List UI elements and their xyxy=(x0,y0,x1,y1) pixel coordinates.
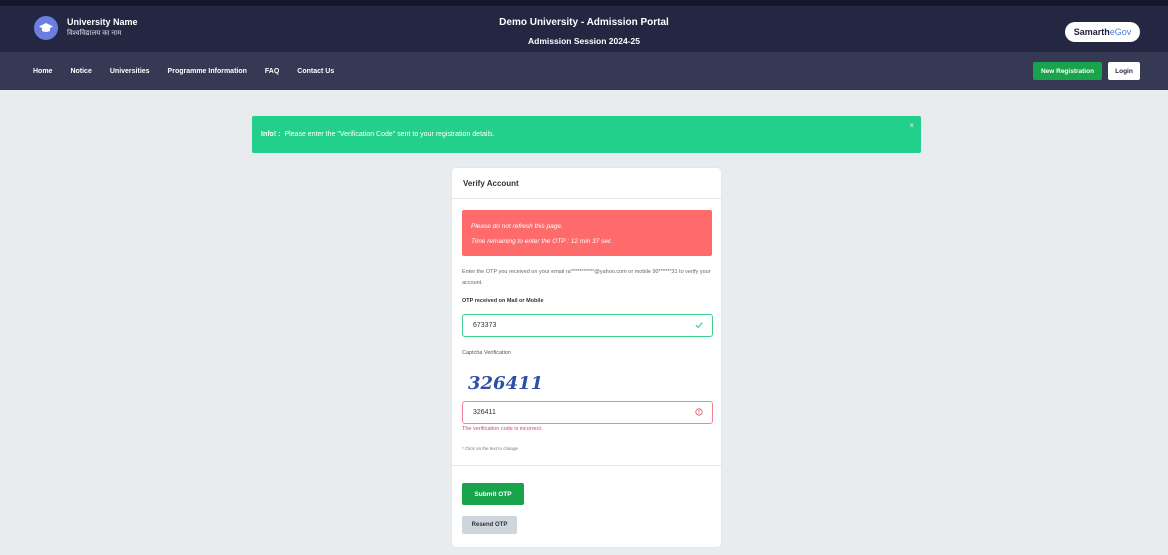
info-alert-label: Info! : xyxy=(261,131,281,138)
nav-contact-us[interactable]: Contact Us xyxy=(297,68,334,75)
otp-instructions: Enter the OTP you received on your email… xyxy=(462,269,711,286)
check-icon xyxy=(695,321,703,331)
egov-text: eGov xyxy=(1109,27,1132,37)
close-icon[interactable]: × xyxy=(909,121,914,130)
resend-otp-button[interactable]: Resend OTP xyxy=(462,516,517,534)
verify-account-card: Verify Account Please do not refresh thi… xyxy=(451,167,722,548)
nav-home[interactable]: Home xyxy=(33,68,52,75)
nav-faq[interactable]: FAQ xyxy=(265,68,279,75)
otp-input[interactable]: 673373 xyxy=(462,314,713,337)
otp-label: OTP received on Mail or Mobile xyxy=(462,298,544,304)
info-alert-message: Please enter the "Verification Code" sen… xyxy=(284,131,495,138)
samarth-egov-logo[interactable]: Samarth eGov xyxy=(1065,22,1140,42)
otp-input-value: 673373 xyxy=(473,322,497,329)
samarth-text: Samarth xyxy=(1073,27,1110,37)
card-divider xyxy=(452,465,721,466)
top-header: University Name विश्वविद्यालय का नाम Dem… xyxy=(0,0,1168,52)
main-navbar: Home Notice Universities Programme Infor… xyxy=(0,52,1168,90)
login-button[interactable]: Login xyxy=(1108,62,1140,80)
nav-programme-information[interactable]: Programme Information xyxy=(168,68,247,75)
new-registration-button[interactable]: New Registration xyxy=(1033,62,1102,80)
nav-universities[interactable]: Universities xyxy=(110,68,150,75)
admission-session: Admission Session 2024-25 xyxy=(528,36,640,46)
card-title: Verify Account xyxy=(452,168,721,199)
error-icon xyxy=(695,408,703,418)
captcha-label: Captcha Verification xyxy=(462,350,511,356)
captcha-input[interactable]: 326411 xyxy=(462,401,713,424)
captcha-input-value: 326411 xyxy=(473,409,496,416)
info-alert: Info! : Please enter the "Verification C… xyxy=(252,116,921,153)
captcha-image[interactable]: 326411 xyxy=(468,373,543,394)
warning-time-remaining: Time remaining to enter the OTP : 12 min… xyxy=(471,238,612,245)
otp-timer-warning: Please do not refresh this page. Time re… xyxy=(462,210,712,256)
warning-no-refresh: Please do not refresh this page. xyxy=(471,223,563,230)
submit-otp-button[interactable]: Submit OTP xyxy=(462,483,524,505)
captcha-error: The verification code is incorrect. xyxy=(462,426,543,432)
captcha-hint: * Click on the text to change xyxy=(462,446,519,451)
nav-notice[interactable]: Notice xyxy=(70,68,91,75)
portal-title: Demo University - Admission Portal xyxy=(499,17,669,28)
